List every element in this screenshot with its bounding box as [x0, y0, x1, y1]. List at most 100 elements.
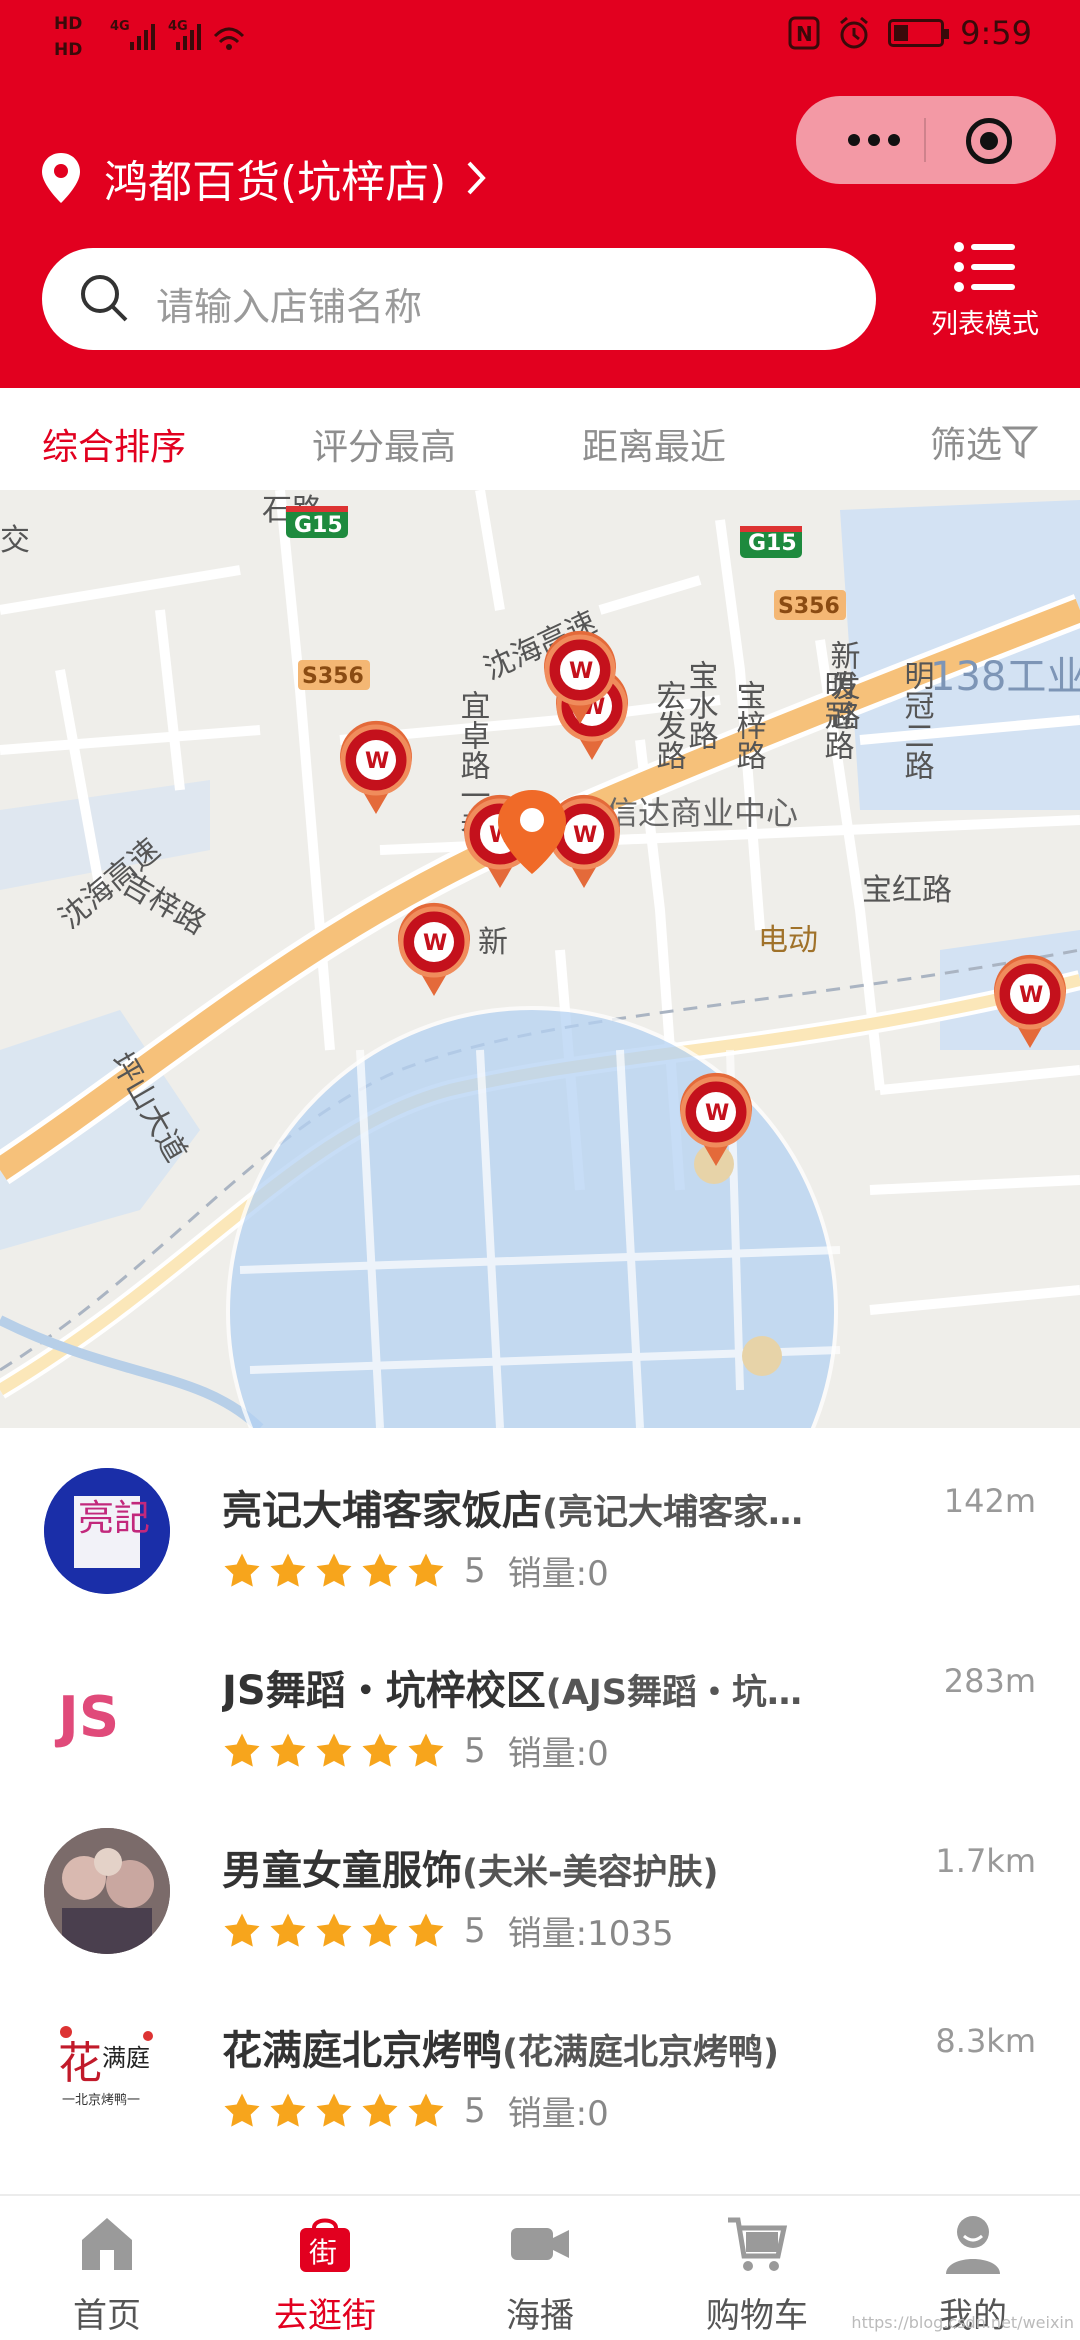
network-label: 4G — [168, 19, 188, 34]
screen: HD HD 4G 4G N 9:59 鸿都百货(坑梓店) 请输入店铺名称 列表模… — [0, 0, 1080, 2340]
star-icon — [316, 1733, 352, 1767]
star-icon — [270, 2093, 306, 2127]
star-icon — [224, 1913, 260, 1947]
status-left: HD HD — [54, 14, 82, 60]
store-meta: 5 销量:0 — [222, 1726, 609, 1775]
store-sales: 销量:0 — [507, 1734, 609, 1774]
store-avatar: JS — [44, 1648, 170, 1774]
map-view[interactable]: 沈海高速 沈海高速 石路 138工业 宝水路 新发路 宜卓路一巷 宏发路 宝梓路… — [0, 490, 1080, 1428]
store-list-item[interactable]: 亮記 亮记大埔客家饭店(亮记大埔客家… 142m 5 销量:0 — [0, 1428, 1080, 1608]
store-photo — [44, 1828, 170, 1954]
nfc-icon: N — [788, 16, 820, 50]
store-marker — [680, 1073, 752, 1166]
shopping-bag-icon: 街 — [300, 2218, 350, 2272]
store-marker — [994, 955, 1066, 1048]
store-meta: 5 销量:0 — [222, 1546, 609, 1595]
alarm-icon — [840, 16, 869, 49]
star-icon — [316, 2093, 352, 2127]
store-list-item[interactable]: 男童女童服饰(夫米-美容护肤) 1.7km 5 销量:1035 — [0, 1788, 1080, 1968]
store-sales: 销量:0 — [507, 1554, 609, 1594]
search-icon — [81, 275, 128, 322]
close-miniprogram-icon[interactable] — [966, 118, 1012, 164]
star-rating — [222, 1551, 446, 1591]
store-title: 花满庭北京烤鸭(花满庭北京烤鸭) — [222, 2018, 892, 2076]
cart-icon — [728, 2217, 788, 2271]
store-title: 男童女童服饰(夫米-美容护肤) — [222, 1838, 892, 1896]
logo-text: 一北京烤鸭一 — [62, 2093, 140, 2108]
star-icon — [224, 1553, 260, 1587]
logo-text: 亮記 — [78, 1498, 150, 1539]
store-name: 男童女童服饰 — [222, 1848, 462, 1894]
nav-haibo[interactable]: 海播 — [455, 2210, 625, 2337]
store-name: 亮记大埔客家饭店 — [222, 1488, 542, 1534]
mini-program-capsule — [796, 96, 1056, 184]
star-icon — [408, 1913, 444, 1947]
store-subtitle: (花满庭北京烤鸭) — [502, 2033, 779, 2073]
store-sales: 销量:0 — [507, 2094, 609, 2134]
star-icon — [224, 2093, 260, 2127]
status-time: 9:59 — [960, 14, 1032, 52]
search-bar[interactable]: 请输入店铺名称 — [42, 248, 876, 350]
store-name: 鸿都百货(坑梓店) — [104, 157, 447, 208]
nav-cart[interactable]: 购物车 — [672, 2210, 842, 2337]
filter-label: 筛选 — [929, 425, 1002, 466]
star-rating — [222, 2091, 446, 2131]
store-logo: JS — [54, 1685, 119, 1750]
list-mode-button[interactable]: 列表模式 — [910, 240, 1060, 341]
store-subtitle: (AJS舞蹈・坑… — [545, 1673, 803, 1713]
filter-button[interactable]: 筛选 — [930, 416, 1038, 468]
filter-icon — [1002, 426, 1038, 459]
nav-label: 首页 — [73, 2296, 141, 2336]
store-distance: 1.7km — [935, 1842, 1036, 1880]
logo-text: JS — [54, 1685, 119, 1750]
status-bar: HD HD 4G 4G N 9:59 — [0, 0, 1080, 80]
store-avatar: 花 满庭 一北京烤鸭一 — [44, 2008, 170, 2134]
more-icon[interactable] — [848, 128, 900, 152]
store-list-item[interactable]: JS JS舞蹈・坑梓校区(AJS舞蹈・坑… 283m 5 销量:0 — [0, 1608, 1080, 1788]
store-marker — [340, 721, 412, 814]
star-rating — [222, 1731, 446, 1771]
store-subtitle: (夫米-美容护肤) — [462, 1853, 719, 1893]
star-icon — [408, 1733, 444, 1767]
star-icon — [270, 1733, 306, 1767]
location-pin-icon — [42, 153, 80, 203]
star-icon — [362, 1913, 398, 1947]
video-camera-icon — [511, 2228, 569, 2260]
nav-go-shopping[interactable]: 街 去逛街 — [240, 2210, 410, 2337]
star-icon — [270, 1913, 306, 1947]
store-selector[interactable]: 鸿都百货(坑梓店) — [40, 148, 487, 208]
tab-nearest[interactable]: 距离最近 — [582, 418, 726, 470]
tab-comprehensive[interactable]: 综合排序 — [42, 418, 186, 470]
store-logo: 亮記 — [44, 1468, 170, 1594]
star-icon — [362, 2093, 398, 2127]
store-distance: 142m — [943, 1482, 1036, 1520]
store-meta: 5 销量:0 — [222, 2086, 609, 2135]
list-icon — [954, 242, 1015, 292]
watermark: https://blog.csdn.net/weixin — [851, 2313, 1074, 2332]
store-distance: 8.3km — [935, 2022, 1036, 2060]
nav-label: 购物车 — [706, 2296, 808, 2336]
chevron-right-icon — [467, 161, 487, 195]
store-avatar — [44, 1828, 170, 1954]
store-title: JS舞蹈・坑梓校区(AJS舞蹈・坑… — [222, 1658, 892, 1716]
tab-top-rated[interactable]: 评分最高 — [312, 418, 456, 470]
battery-icon — [888, 19, 950, 47]
store-avatar: 亮記 — [44, 1468, 170, 1594]
store-marker — [398, 903, 470, 996]
nav-label: 去逛街 — [274, 2296, 376, 2336]
logo-text: 花 — [58, 2038, 102, 2089]
svg-text:N: N — [796, 22, 813, 46]
store-rating: 5 — [464, 2090, 486, 2131]
star-icon — [362, 1733, 398, 1767]
star-icon — [224, 1733, 260, 1767]
hd-tag: HD — [54, 40, 83, 60]
store-rating: 5 — [464, 1910, 486, 1951]
star-icon — [408, 1553, 444, 1587]
nav-home[interactable]: 首页 — [22, 2210, 192, 2337]
store-rating: 5 — [464, 1730, 486, 1771]
store-name: 花满庭北京烤鸭 — [222, 2028, 502, 2074]
home-icon — [82, 2218, 132, 2270]
star-icon — [408, 2093, 444, 2127]
store-list-item[interactable]: 花 满庭 一北京烤鸭一 花满庭北京烤鸭(花满庭北京烤鸭) 8.3km 5 销量:… — [0, 1968, 1080, 2148]
store-markers: W — [0, 490, 1080, 1428]
